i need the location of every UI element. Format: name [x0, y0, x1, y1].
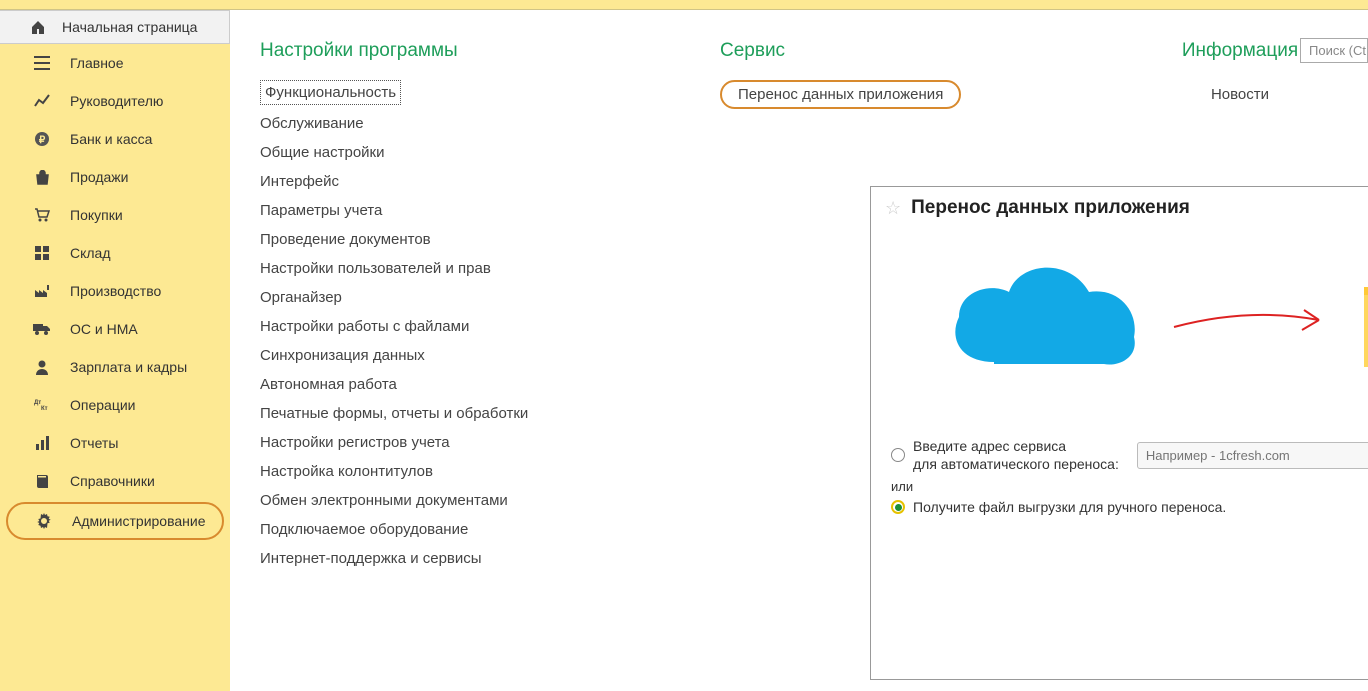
- favorite-star-icon[interactable]: ☆: [885, 198, 901, 219]
- radio-label: Получите файл выгрузки для ручного перен…: [913, 498, 1226, 516]
- column-title: Сервис: [720, 40, 1120, 62]
- nav-label: Справочники: [70, 473, 155, 489]
- transfer-dialog: ☆ Перенос данных приложения ⋮: [870, 186, 1368, 680]
- nav-item-bag[interactable]: Продажи: [0, 158, 230, 196]
- settings-link[interactable]: Органайзер: [260, 283, 700, 312]
- bars-icon: [32, 436, 52, 450]
- settings-link[interactable]: Интерфейс: [260, 167, 700, 196]
- nav-label: Операции: [70, 397, 136, 413]
- settings-link[interactable]: Параметры учета: [260, 196, 700, 225]
- nav-item-book[interactable]: Справочники: [0, 462, 230, 500]
- nav-item-chart[interactable]: Руководителю: [0, 82, 230, 120]
- top-bar: [0, 0, 1368, 10]
- nav-label: Отчеты: [70, 435, 118, 451]
- nav-item-ops[interactable]: ДтКт Операции: [0, 386, 230, 424]
- radio-icon[interactable]: [891, 448, 905, 462]
- nav-item-menu[interactable]: Главное: [0, 44, 230, 82]
- nav-label: Склад: [70, 245, 111, 261]
- sidebar: Начальная страница Главное Руководителю ₽ Б…: [0, 10, 230, 691]
- main-area: Поиск (Ct Настройки программы Функционал…: [230, 10, 1368, 691]
- ops-icon: ДтКт: [32, 399, 52, 411]
- settings-link[interactable]: Обслуживание: [260, 109, 700, 138]
- nav-label: Администрирование: [72, 513, 206, 529]
- settings-link[interactable]: Автономная работа: [260, 370, 700, 399]
- nav-label: ОС и НМА: [70, 321, 138, 337]
- folder-zip-icon: [1359, 267, 1368, 377]
- home-tab[interactable]: Начальная страница: [0, 10, 230, 44]
- home-label: Начальная страница: [62, 19, 197, 35]
- radio-label: Введите адрес сервиса для автоматическог…: [913, 437, 1119, 473]
- nav-item-factory[interactable]: Производство: [0, 272, 230, 310]
- settings-link[interactable]: Интернет-поддержка и сервисы: [260, 544, 700, 573]
- nav-item-person[interactable]: Зарплата и кадры: [0, 348, 230, 386]
- column-title: Настройки программы: [260, 40, 700, 62]
- nav-label: Продажи: [70, 169, 128, 185]
- settings-link[interactable]: Подключаемое оборудование: [260, 515, 700, 544]
- settings-link[interactable]: Печатные формы, отчеты и обработки: [260, 399, 700, 428]
- svg-text:Кт: Кт: [41, 406, 48, 411]
- settings-link[interactable]: Функциональность: [260, 80, 401, 105]
- chart-icon: [32, 94, 52, 108]
- settings-link[interactable]: Проведение документов: [260, 225, 700, 254]
- nav-item-ruble[interactable]: ₽ Банк и касса: [0, 120, 230, 158]
- cart-icon: [32, 208, 52, 222]
- radio-icon[interactable]: [891, 500, 905, 514]
- nav-item-truck[interactable]: ОС и НМА: [0, 310, 230, 348]
- grid-icon: [32, 246, 52, 260]
- option-manual[interactable]: Получите файл выгрузки для ручного перен…: [891, 498, 1368, 516]
- nav-label: Зарплата и кадры: [70, 359, 187, 375]
- or-label: или: [891, 479, 1368, 494]
- cloud-icon: [939, 252, 1149, 392]
- nav-label: Банк и касса: [70, 131, 152, 147]
- settings-link[interactable]: Настройка колонтитулов: [260, 457, 700, 486]
- dialog-header: ☆ Перенос данных приложения ⋮: [871, 187, 1368, 229]
- service-address-input[interactable]: [1137, 442, 1368, 469]
- settings-link[interactable]: Настройки работы с файлами: [260, 312, 700, 341]
- settings-link[interactable]: Обмен электронными документами: [260, 486, 700, 515]
- nav-label: Главное: [70, 55, 124, 71]
- arrow-icon: [1169, 302, 1339, 342]
- svg-text:₽: ₽: [39, 135, 46, 146]
- factory-icon: [32, 284, 52, 298]
- nav-item-cart[interactable]: Покупки: [0, 196, 230, 234]
- nav-label: Покупки: [70, 207, 123, 223]
- home-icon: [28, 19, 48, 35]
- service-link-transfer[interactable]: Перенос данных приложения: [720, 80, 961, 109]
- nav-label: Производство: [70, 283, 161, 299]
- settings-link[interactable]: Общие настройки: [260, 138, 700, 167]
- truck-icon: [32, 323, 52, 335]
- menu-icon: [32, 56, 52, 70]
- settings-link[interactable]: Настройки регистров учета: [260, 428, 700, 457]
- option-auto[interactable]: Введите адрес сервиса для автоматическог…: [891, 437, 1368, 473]
- search-input[interactable]: Поиск (Ct: [1300, 38, 1368, 63]
- bag-icon: [32, 170, 52, 185]
- info-link[interactable]: Новости: [1140, 80, 1340, 109]
- gear-icon: [34, 513, 54, 529]
- book-icon: [32, 474, 52, 489]
- illustration: [891, 237, 1368, 407]
- settings-link[interactable]: Настройки пользователей и прав: [260, 254, 700, 283]
- nav-item-grid[interactable]: Склад: [0, 234, 230, 272]
- nav-item-bars[interactable]: Отчеты: [0, 424, 230, 462]
- person-icon: [32, 360, 52, 375]
- settings-link[interactable]: Синхронизация данных: [260, 341, 700, 370]
- ruble-icon: ₽: [32, 131, 52, 147]
- nav-item-gear[interactable]: Администрирование: [6, 502, 224, 540]
- nav-label: Руководителю: [70, 93, 163, 109]
- settings-column: Настройки программы Функциональность Обсл…: [260, 40, 700, 573]
- dialog-title: Перенос данных приложения: [911, 197, 1368, 219]
